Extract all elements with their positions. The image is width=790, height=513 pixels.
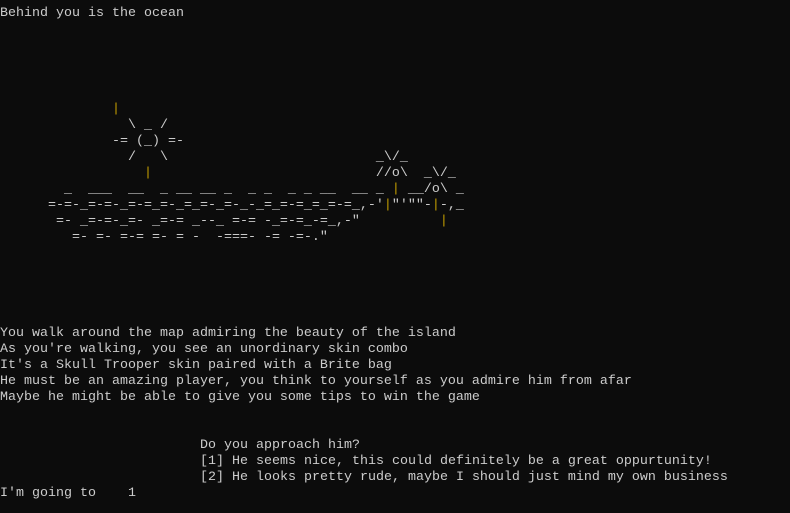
ascii-art-row: / \ _\/_	[0, 150, 408, 166]
ascii-art-text: \ _ /	[0, 118, 168, 133]
ascii-art-text: "'""-	[391, 198, 432, 213]
ascii-art-text: -,_	[439, 198, 464, 213]
ascii-art-row: _ ___ __ _ __ __ _ _ _ _ _ __ __ _ | __/…	[0, 182, 464, 198]
story-line: It's a Skull Trooper skin paired with a …	[0, 358, 392, 373]
ascii-art-text: __/o\ _	[399, 182, 464, 197]
ascii-art-text: =- _=-=-_=- _=-= _--_ =-= -_=-=_-=_,-"	[0, 214, 440, 229]
story-line: Maybe he might be able to give you some …	[0, 390, 480, 405]
ascii-art-text	[0, 102, 112, 117]
palm-trunk-segment: |	[391, 182, 400, 197]
ascii-art-text: //o\ _\/_	[151, 166, 456, 181]
palm-trunk-segment: |	[143, 166, 152, 181]
palm-trunk-segment: |	[111, 102, 120, 117]
story-line: He must be an amazing player, you think …	[0, 374, 632, 389]
ascii-art-text: =-=-_=-=-_=-=_=-_=_=-_=-_-_=_=-=_=_=-=_,…	[0, 198, 384, 213]
ascii-art-text	[0, 166, 144, 181]
choice-option-1: [1] He seems nice, this could definitely…	[200, 454, 712, 469]
palm-trunk-segment: |	[439, 214, 448, 229]
ascii-art-row: =-=-_=-=-_=-=_=-_=_=-_=-_-_=_=-=_=_=-=_,…	[0, 198, 464, 214]
choice-question: Do you approach him?	[200, 438, 360, 453]
palm-trunk-segment: |	[431, 198, 440, 213]
ascii-art-row: |	[0, 102, 120, 118]
ascii-art-row: | //o\ _\/_	[0, 166, 456, 182]
ascii-art-row: \ _ /	[0, 118, 168, 134]
scene-heading: Behind you is the ocean	[0, 6, 184, 21]
ascii-art-text: =- =- =-= =- = - -===- -= -=-."	[0, 230, 328, 245]
ascii-art-text: / \ _\/_	[0, 150, 408, 165]
console-input[interactable]: 1	[128, 486, 136, 502]
ascii-art-row: =- _=-=-_=- _=-= _--_ =-= -_=-=_-=_,-" |	[0, 214, 448, 230]
palm-trunk-segment: |	[383, 198, 392, 213]
input-prompt: I'm going to	[0, 486, 96, 501]
ascii-art-text: _ ___ __ _ __ __ _ _ _ _ _ __ __ _	[0, 182, 392, 197]
ascii-art-row: =- =- =-= =- = - -===- -= -=-."	[0, 230, 328, 246]
story-line: You walk around the map admiring the bea…	[0, 326, 456, 341]
ascii-art-text: -= (_) =-	[0, 134, 184, 149]
ascii-art-row: -= (_) =-	[0, 134, 184, 150]
choice-option-2: [2] He looks pretty rude, maybe I should…	[200, 470, 728, 485]
story-line: As you're walking, you see an unordinary…	[0, 342, 408, 357]
